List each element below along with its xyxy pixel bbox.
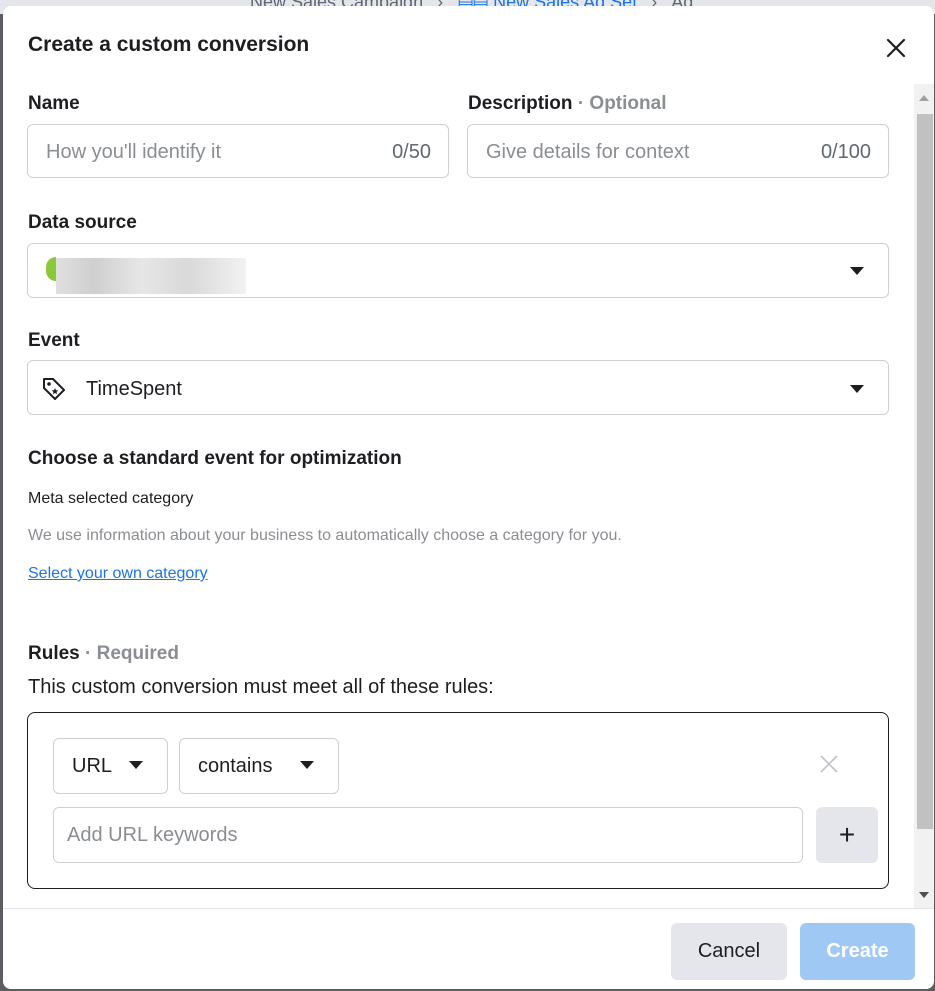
- select-category-link[interactable]: Select your own category: [28, 565, 208, 583]
- optional-tag: · Optional: [577, 93, 667, 114]
- event-select[interactable]: TimeSpent: [27, 360, 889, 415]
- data-source-name-redacted: [56, 258, 246, 294]
- rule-field-value: URL: [72, 755, 113, 777]
- remove-rule-button[interactable]: [818, 753, 840, 775]
- data-source-logo: [46, 257, 56, 281]
- data-source-select[interactable]: [27, 243, 889, 298]
- description-input[interactable]: Give details for context 0/100: [467, 124, 889, 178]
- rules-label: Rules · Required: [28, 643, 179, 665]
- close-icon: [820, 755, 838, 773]
- name-input[interactable]: How you'll identify it 0/50: [27, 124, 449, 178]
- optimization-title: Choose a standard event for optimization: [28, 448, 402, 469]
- chevron-down-icon: [129, 761, 143, 769]
- rule-operator-value: contains: [198, 755, 273, 777]
- create-label: Create: [826, 940, 889, 962]
- dialog-title: Create a custom conversion: [28, 33, 310, 56]
- data-source-label: Data source: [28, 212, 137, 233]
- rules-label-text: Rules: [28, 643, 80, 664]
- dialog-header: Create a custom conversion: [3, 6, 934, 84]
- description-placeholder: Give details for context: [486, 141, 690, 163]
- name-label: Name: [28, 93, 80, 114]
- rules-description: This custom conversion must meet all of …: [28, 676, 494, 698]
- event-label: Event: [28, 330, 80, 351]
- scrollbar[interactable]: [914, 84, 934, 910]
- cancel-label: Cancel: [697, 940, 761, 962]
- dialog-footer: Cancel Create: [3, 908, 934, 989]
- custom-conversion-dialog: Create a custom conversion Name How you'…: [3, 6, 934, 989]
- name-char-counter: 0/50: [392, 141, 431, 163]
- rule-operator-select[interactable]: contains: [179, 738, 339, 794]
- required-tag: · Required: [85, 643, 179, 664]
- name-placeholder: How you'll identify it: [46, 141, 221, 163]
- add-keyword-button[interactable]: +: [816, 807, 878, 863]
- description-label-text: Description: [468, 93, 573, 114]
- rule-field-select[interactable]: URL: [53, 738, 168, 794]
- description-label: Description · Optional: [468, 93, 666, 115]
- scroll-thumb[interactable]: [917, 114, 933, 829]
- close-button[interactable]: [881, 33, 911, 63]
- scroll-up-arrow-icon[interactable]: [919, 95, 929, 101]
- chevron-down-icon: [850, 385, 864, 393]
- cancel-button[interactable]: Cancel: [671, 923, 787, 980]
- url-keywords-placeholder: Add URL keywords: [67, 824, 238, 846]
- rules-container: URL contains Add URL keywords +: [27, 712, 889, 889]
- plus-icon: +: [838, 819, 856, 850]
- close-icon: [886, 38, 906, 58]
- dialog-body: Name How you'll identify it 0/50 Descrip…: [3, 84, 934, 908]
- description-char-counter: 0/100: [820, 141, 871, 163]
- event-value: TimeSpent: [86, 378, 182, 400]
- chevron-down-icon: [850, 267, 864, 275]
- category-help-text: We use information about your business t…: [28, 527, 622, 544]
- url-keywords-input[interactable]: Add URL keywords: [53, 807, 803, 863]
- scroll-down-arrow-icon[interactable]: [919, 892, 929, 898]
- create-button[interactable]: Create: [800, 923, 915, 980]
- chevron-down-icon: [300, 761, 314, 769]
- category-text: Meta selected category: [28, 490, 194, 507]
- tag-icon: [43, 378, 65, 400]
